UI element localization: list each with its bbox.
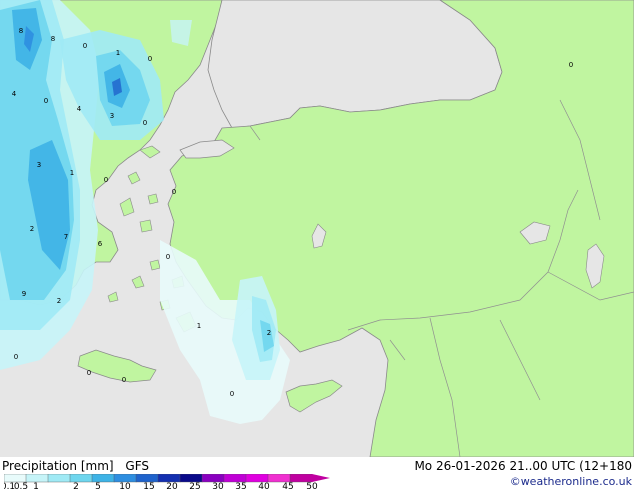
map-label: 4 bbox=[12, 90, 17, 98]
map-label: 6 bbox=[98, 240, 103, 248]
map-label: 0 bbox=[14, 353, 18, 361]
title-text: Precipitation [mm] bbox=[2, 459, 114, 473]
map-label: 8 bbox=[19, 27, 23, 35]
legend-tick: 0.5 bbox=[14, 482, 28, 490]
legend-tick: 30 bbox=[212, 482, 224, 490]
map-label: 0 bbox=[230, 390, 234, 398]
map-label: 9 bbox=[22, 290, 26, 298]
map-label: 0 bbox=[44, 97, 48, 105]
map-label: 1 bbox=[70, 169, 74, 177]
valid-datetime: Mo 26-01-2026 21..00 UTC (12+180 bbox=[414, 459, 632, 473]
legend-swatch bbox=[201, 474, 225, 483]
map-label: 0 bbox=[569, 61, 573, 69]
legend-swatch bbox=[69, 474, 93, 483]
map-title: Precipitation [mm] GFS bbox=[2, 459, 149, 473]
legend-ticks: 0.1 0.5 1 2 5 10 15 20 25 30 35 40 45 50 bbox=[4, 482, 318, 490]
legend-tick: 15 bbox=[143, 482, 154, 490]
legend-tick: 40 bbox=[258, 482, 270, 490]
map-label: 3 bbox=[110, 112, 114, 120]
map-label: 2 bbox=[267, 329, 271, 337]
legend-swatches bbox=[4, 474, 313, 483]
legend-swatch bbox=[91, 474, 115, 483]
legend-swatch bbox=[245, 474, 269, 483]
color-scale-legend: 0.1 0.5 1 2 5 10 15 20 25 30 35 40 45 50 bbox=[4, 474, 330, 490]
site-credit: ©weatheronline.co.uk bbox=[509, 475, 632, 488]
map-label: 0 bbox=[83, 42, 87, 50]
legend-tick: 35 bbox=[235, 482, 246, 490]
map-label: 0 bbox=[172, 188, 176, 196]
legend-tick: 10 bbox=[119, 482, 131, 490]
map-label: 0 bbox=[104, 176, 108, 184]
map-label: 0 bbox=[143, 119, 147, 127]
legend-tick: 2 bbox=[73, 482, 79, 490]
legend-swatch bbox=[113, 474, 137, 483]
legend-swatch bbox=[179, 474, 203, 483]
map-label: 1 bbox=[116, 49, 120, 57]
legend-swatch bbox=[157, 474, 181, 483]
map-label: 7 bbox=[64, 233, 68, 241]
map-label: 8 bbox=[51, 35, 55, 43]
map-label: 0 bbox=[87, 369, 91, 377]
legend-arrow bbox=[312, 474, 330, 482]
weather-map-panel: 8 8 0 1 0 4 0 4 3 0 3 1 0 0 2 7 6 0 9 2 … bbox=[0, 0, 634, 490]
legend-tick: 25 bbox=[189, 482, 200, 490]
map-footer: Precipitation [mm] GFS Mo 26-01-2026 21.… bbox=[0, 457, 634, 490]
map-label: 2 bbox=[57, 297, 61, 305]
map-label: 0 bbox=[122, 376, 126, 384]
map-label: 2 bbox=[30, 225, 34, 233]
legend-tick: 1 bbox=[33, 482, 39, 490]
legend-swatch bbox=[289, 474, 313, 483]
legend-swatch bbox=[223, 474, 247, 483]
legend-tick: 5 bbox=[95, 482, 101, 490]
map-label: 0 bbox=[166, 253, 170, 261]
legend-swatch bbox=[267, 474, 291, 483]
map-label: 3 bbox=[37, 161, 41, 169]
legend-tick: 50 bbox=[306, 482, 318, 490]
legend-swatch bbox=[25, 474, 49, 483]
legend-swatch bbox=[4, 474, 27, 483]
legend-swatch bbox=[47, 474, 71, 483]
legend-tick: 20 bbox=[166, 482, 178, 490]
model-name: GFS bbox=[125, 459, 149, 473]
legend-swatch bbox=[135, 474, 159, 483]
legend-tick: 45 bbox=[282, 482, 293, 490]
precipitation-map: 8 8 0 1 0 4 0 4 3 0 3 1 0 0 2 7 6 0 9 2 … bbox=[0, 0, 634, 457]
map-label: 1 bbox=[197, 322, 201, 330]
map-label: 4 bbox=[77, 105, 82, 113]
map-label: 0 bbox=[148, 55, 152, 63]
